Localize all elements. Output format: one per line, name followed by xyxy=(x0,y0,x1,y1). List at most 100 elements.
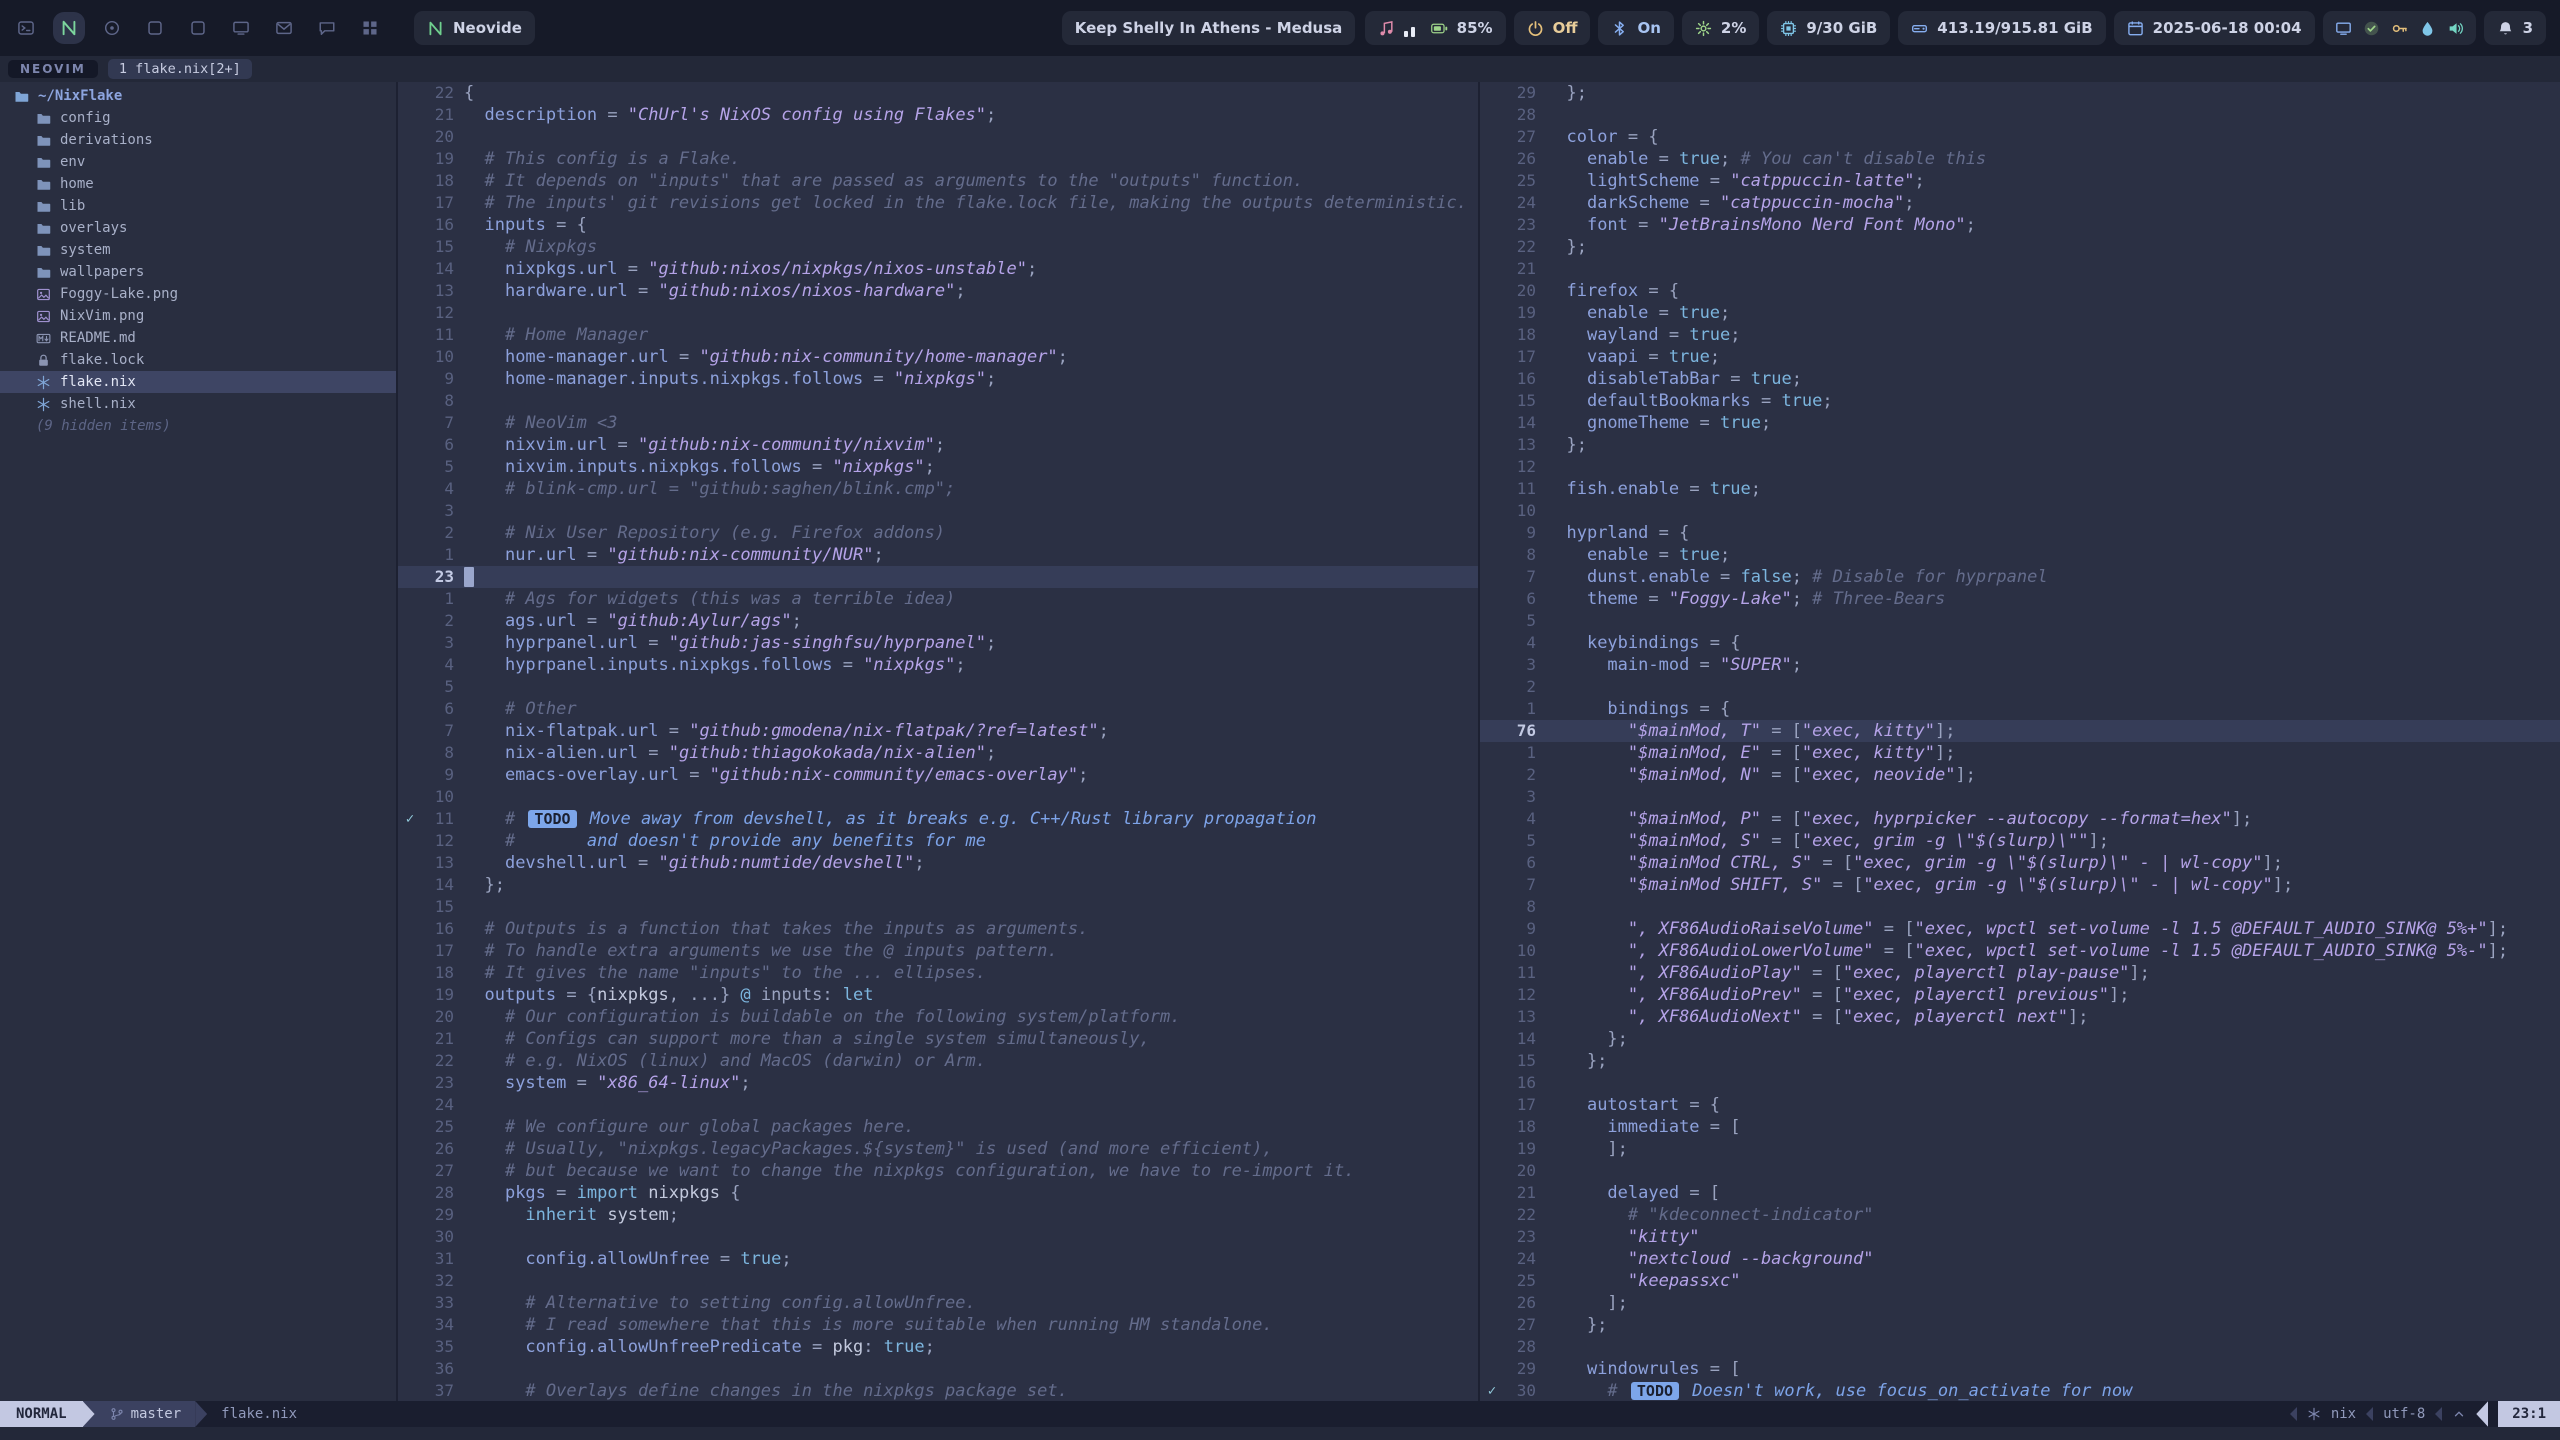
code-line[interactable]: 7 nix-flatpak.url = "github:gmodena/nix-… xyxy=(398,720,1478,742)
disk-widget[interactable]: 413.19/915.81 GiB xyxy=(1898,11,2105,45)
code-line[interactable]: 6 # Other xyxy=(398,698,1478,720)
check-icon[interactable] xyxy=(2363,20,2380,37)
code-line[interactable]: 14 gnomeTheme = true; xyxy=(1480,412,2560,434)
code-line[interactable]: 16 inputs = { xyxy=(398,214,1478,236)
code-line[interactable]: 17 # The inputs' git revisions get locke… xyxy=(398,192,1478,214)
code-line[interactable]: 19 # This config is a Flake. xyxy=(398,148,1478,170)
code-line[interactable]: 9 emacs-overlay.url = "github:nix-commun… xyxy=(398,764,1478,786)
code-line[interactable]: 21 delayed = [ xyxy=(1480,1182,2560,1204)
code-line[interactable]: 19 outputs = {nixpkgs, ...} @ inputs: le… xyxy=(398,984,1478,1006)
code-line[interactable]: 26 enable = true; # You can't disable th… xyxy=(1480,148,2560,170)
tree-item-home[interactable]: home xyxy=(0,173,396,195)
workspace-disc[interactable] xyxy=(100,16,124,40)
code-line[interactable]: 2 ags.url = "github:Aylur/ags"; xyxy=(398,610,1478,632)
tree-item-config[interactable]: config xyxy=(0,107,396,129)
code-line[interactable]: 37 # Overlays define changes in the nixp… xyxy=(398,1380,1478,1401)
code-line[interactable]: 11 ", XF86AudioPlay" = ["exec, playerctl… xyxy=(1480,962,2560,984)
neovide-window-button[interactable]: Neovide xyxy=(414,11,535,45)
code-line[interactable]: 12 xyxy=(398,302,1478,324)
code-line[interactable]: 7 # NeoVim <3 xyxy=(398,412,1478,434)
code-line[interactable]: 29 inherit system; xyxy=(398,1204,1478,1226)
music-title-widget[interactable]: Keep Shelly In Athens - Medusa xyxy=(1062,11,1356,45)
code-line[interactable]: 13 ", XF86AudioNext" = ["exec, playerctl… xyxy=(1480,1006,2560,1028)
code-line[interactable]: 30 xyxy=(398,1226,1478,1248)
code-line[interactable]: 21 # Configs can support more than a sin… xyxy=(398,1028,1478,1050)
code-line[interactable]: 15 # Nixpkgs xyxy=(398,236,1478,258)
drop-icon[interactable] xyxy=(2419,20,2436,37)
code-line[interactable]: 17 vaapi = true; xyxy=(1480,346,2560,368)
code-line[interactable]: 28 xyxy=(1480,1336,2560,1358)
tree-item-lib[interactable]: lib xyxy=(0,195,396,217)
code-line[interactable]: 22 # "kdeconnect-indicator" xyxy=(1480,1204,2560,1226)
editor-pane-left[interactable]: 22{21 description = "ChUrl's NixOS confi… xyxy=(398,82,1478,1401)
tree-item-flake-nix[interactable]: flake.nix xyxy=(0,371,396,393)
code-line[interactable]: 12 ", XF86AudioPrev" = ["exec, playerctl… xyxy=(1480,984,2560,1006)
code-line[interactable]: 29 }; xyxy=(1480,82,2560,104)
code-line[interactable]: 25 "keepassxc" xyxy=(1480,1270,2560,1292)
code-line[interactable]: 10 ", XF86AudioLowerVolume" = ["exec, wp… xyxy=(1480,940,2560,962)
code-line[interactable]: 23 "kitty" xyxy=(1480,1226,2560,1248)
code-line[interactable]: 8 enable = true; xyxy=(1480,544,2560,566)
cpu-widget[interactable]: 2% xyxy=(1682,11,1759,45)
volume-icon[interactable] xyxy=(2447,20,2464,37)
code-line[interactable]: 36 xyxy=(398,1358,1478,1380)
code-line[interactable]: 13 hardware.url = "github:nixos/nixos-ha… xyxy=(398,280,1478,302)
bluetooth-widget[interactable]: On xyxy=(1598,11,1673,45)
code-line[interactable]: 19 enable = true; xyxy=(1480,302,2560,324)
code-line[interactable]: 28 pkgs = import nixpkgs { xyxy=(398,1182,1478,1204)
code-line[interactable]: 24 darkScheme = "catppuccin-mocha"; xyxy=(1480,192,2560,214)
code-line[interactable]: 22 }; xyxy=(1480,236,2560,258)
code-line[interactable]: 13 devshell.url = "github:numtide/devshe… xyxy=(398,852,1478,874)
code-line[interactable]: 27 }; xyxy=(1480,1314,2560,1336)
workspace-box-1[interactable] xyxy=(143,16,167,40)
code-line[interactable]: 27 color = { xyxy=(1480,126,2560,148)
code-line[interactable]: 22{ xyxy=(398,82,1478,104)
code-line[interactable]: 23 font = "JetBrainsMono Nerd Font Mono"… xyxy=(1480,214,2560,236)
code-line[interactable]: 15 defaultBookmarks = true; xyxy=(1480,390,2560,412)
workspace-misc[interactable] xyxy=(358,16,382,40)
tree-item-nixvim-png[interactable]: NixVim.png xyxy=(0,305,396,327)
tree-item-env[interactable]: env xyxy=(0,151,396,173)
code-line[interactable]: 13 }; xyxy=(1480,434,2560,456)
code-line[interactable]: 5 xyxy=(398,676,1478,698)
code-line[interactable]: 25 # We configure our global packages he… xyxy=(398,1116,1478,1138)
code-line[interactable]: 20 # Our configuration is buildable on t… xyxy=(398,1006,1478,1028)
code-line[interactable]: 18 # It gives the name "inputs" to the .… xyxy=(398,962,1478,984)
code-line[interactable]: 1 "$mainMod, E" = ["exec, kitty"]; xyxy=(1480,742,2560,764)
key-icon[interactable] xyxy=(2391,20,2408,37)
code-line[interactable]: 9 home-manager.inputs.nixpkgs.follows = … xyxy=(398,368,1478,390)
code-line[interactable]: 76 "$mainMod, T" = ["exec, kitty"]; xyxy=(1480,720,2560,742)
code-line[interactable]: 8 xyxy=(1480,896,2560,918)
code-line[interactable]: 15 }; xyxy=(1480,1050,2560,1072)
code-line[interactable]: 12 xyxy=(1480,456,2560,478)
code-line[interactable]: 19 ]; xyxy=(1480,1138,2560,1160)
code-line[interactable]: 2 xyxy=(1480,676,2560,698)
memory-widget[interactable]: 9/30 GiB xyxy=(1767,11,1890,45)
code-line[interactable]: 31 config.allowUnfree = true; xyxy=(398,1248,1478,1270)
workspace-box-2[interactable] xyxy=(186,16,210,40)
code-line[interactable]: 18 wayland = true; xyxy=(1480,324,2560,346)
code-line[interactable]: 4 keybindings = { xyxy=(1480,632,2560,654)
code-line[interactable]: 24 "nextcloud --background" xyxy=(1480,1248,2560,1270)
code-line[interactable]: 4 hyprpanel.inputs.nixpkgs.follows = "ni… xyxy=(398,654,1478,676)
code-line[interactable]: 22 # e.g. NixOS (linux) and MacOS (darwi… xyxy=(398,1050,1478,1072)
workspace-media[interactable] xyxy=(229,16,253,40)
tree-item-foggy-lake-png[interactable]: Foggy-Lake.png xyxy=(0,283,396,305)
code-line[interactable]: 1 nur.url = "github:nix-community/NUR"; xyxy=(398,544,1478,566)
command-line[interactable] xyxy=(0,1427,2560,1440)
code-line[interactable]: 11 # Home Manager xyxy=(398,324,1478,346)
notifications-widget[interactable]: 3 xyxy=(2484,11,2546,45)
code-line[interactable]: 21 xyxy=(1480,258,2560,280)
code-line[interactable]: 16 # Outputs is a function that takes th… xyxy=(398,918,1478,940)
code-line[interactable]: 6 nixvim.url = "github:nix-community/nix… xyxy=(398,434,1478,456)
tree-root[interactable]: ~/NixFlake xyxy=(0,85,396,107)
code-line[interactable]: 14 nixpkgs.url = "github:nixos/nixpkgs/n… xyxy=(398,258,1478,280)
code-line[interactable]: 20 xyxy=(1480,1160,2560,1182)
code-line[interactable]: 24 xyxy=(398,1094,1478,1116)
workspace-terminal[interactable] xyxy=(14,16,38,40)
code-line[interactable]: 3 xyxy=(398,500,1478,522)
workspace-mail[interactable] xyxy=(272,16,296,40)
code-line[interactable]: 25 lightScheme = "catppuccin-latte"; xyxy=(1480,170,2560,192)
code-line[interactable]: 29 windowrules = [ xyxy=(1480,1358,2560,1380)
code-line[interactable]: 17 autostart = { xyxy=(1480,1094,2560,1116)
